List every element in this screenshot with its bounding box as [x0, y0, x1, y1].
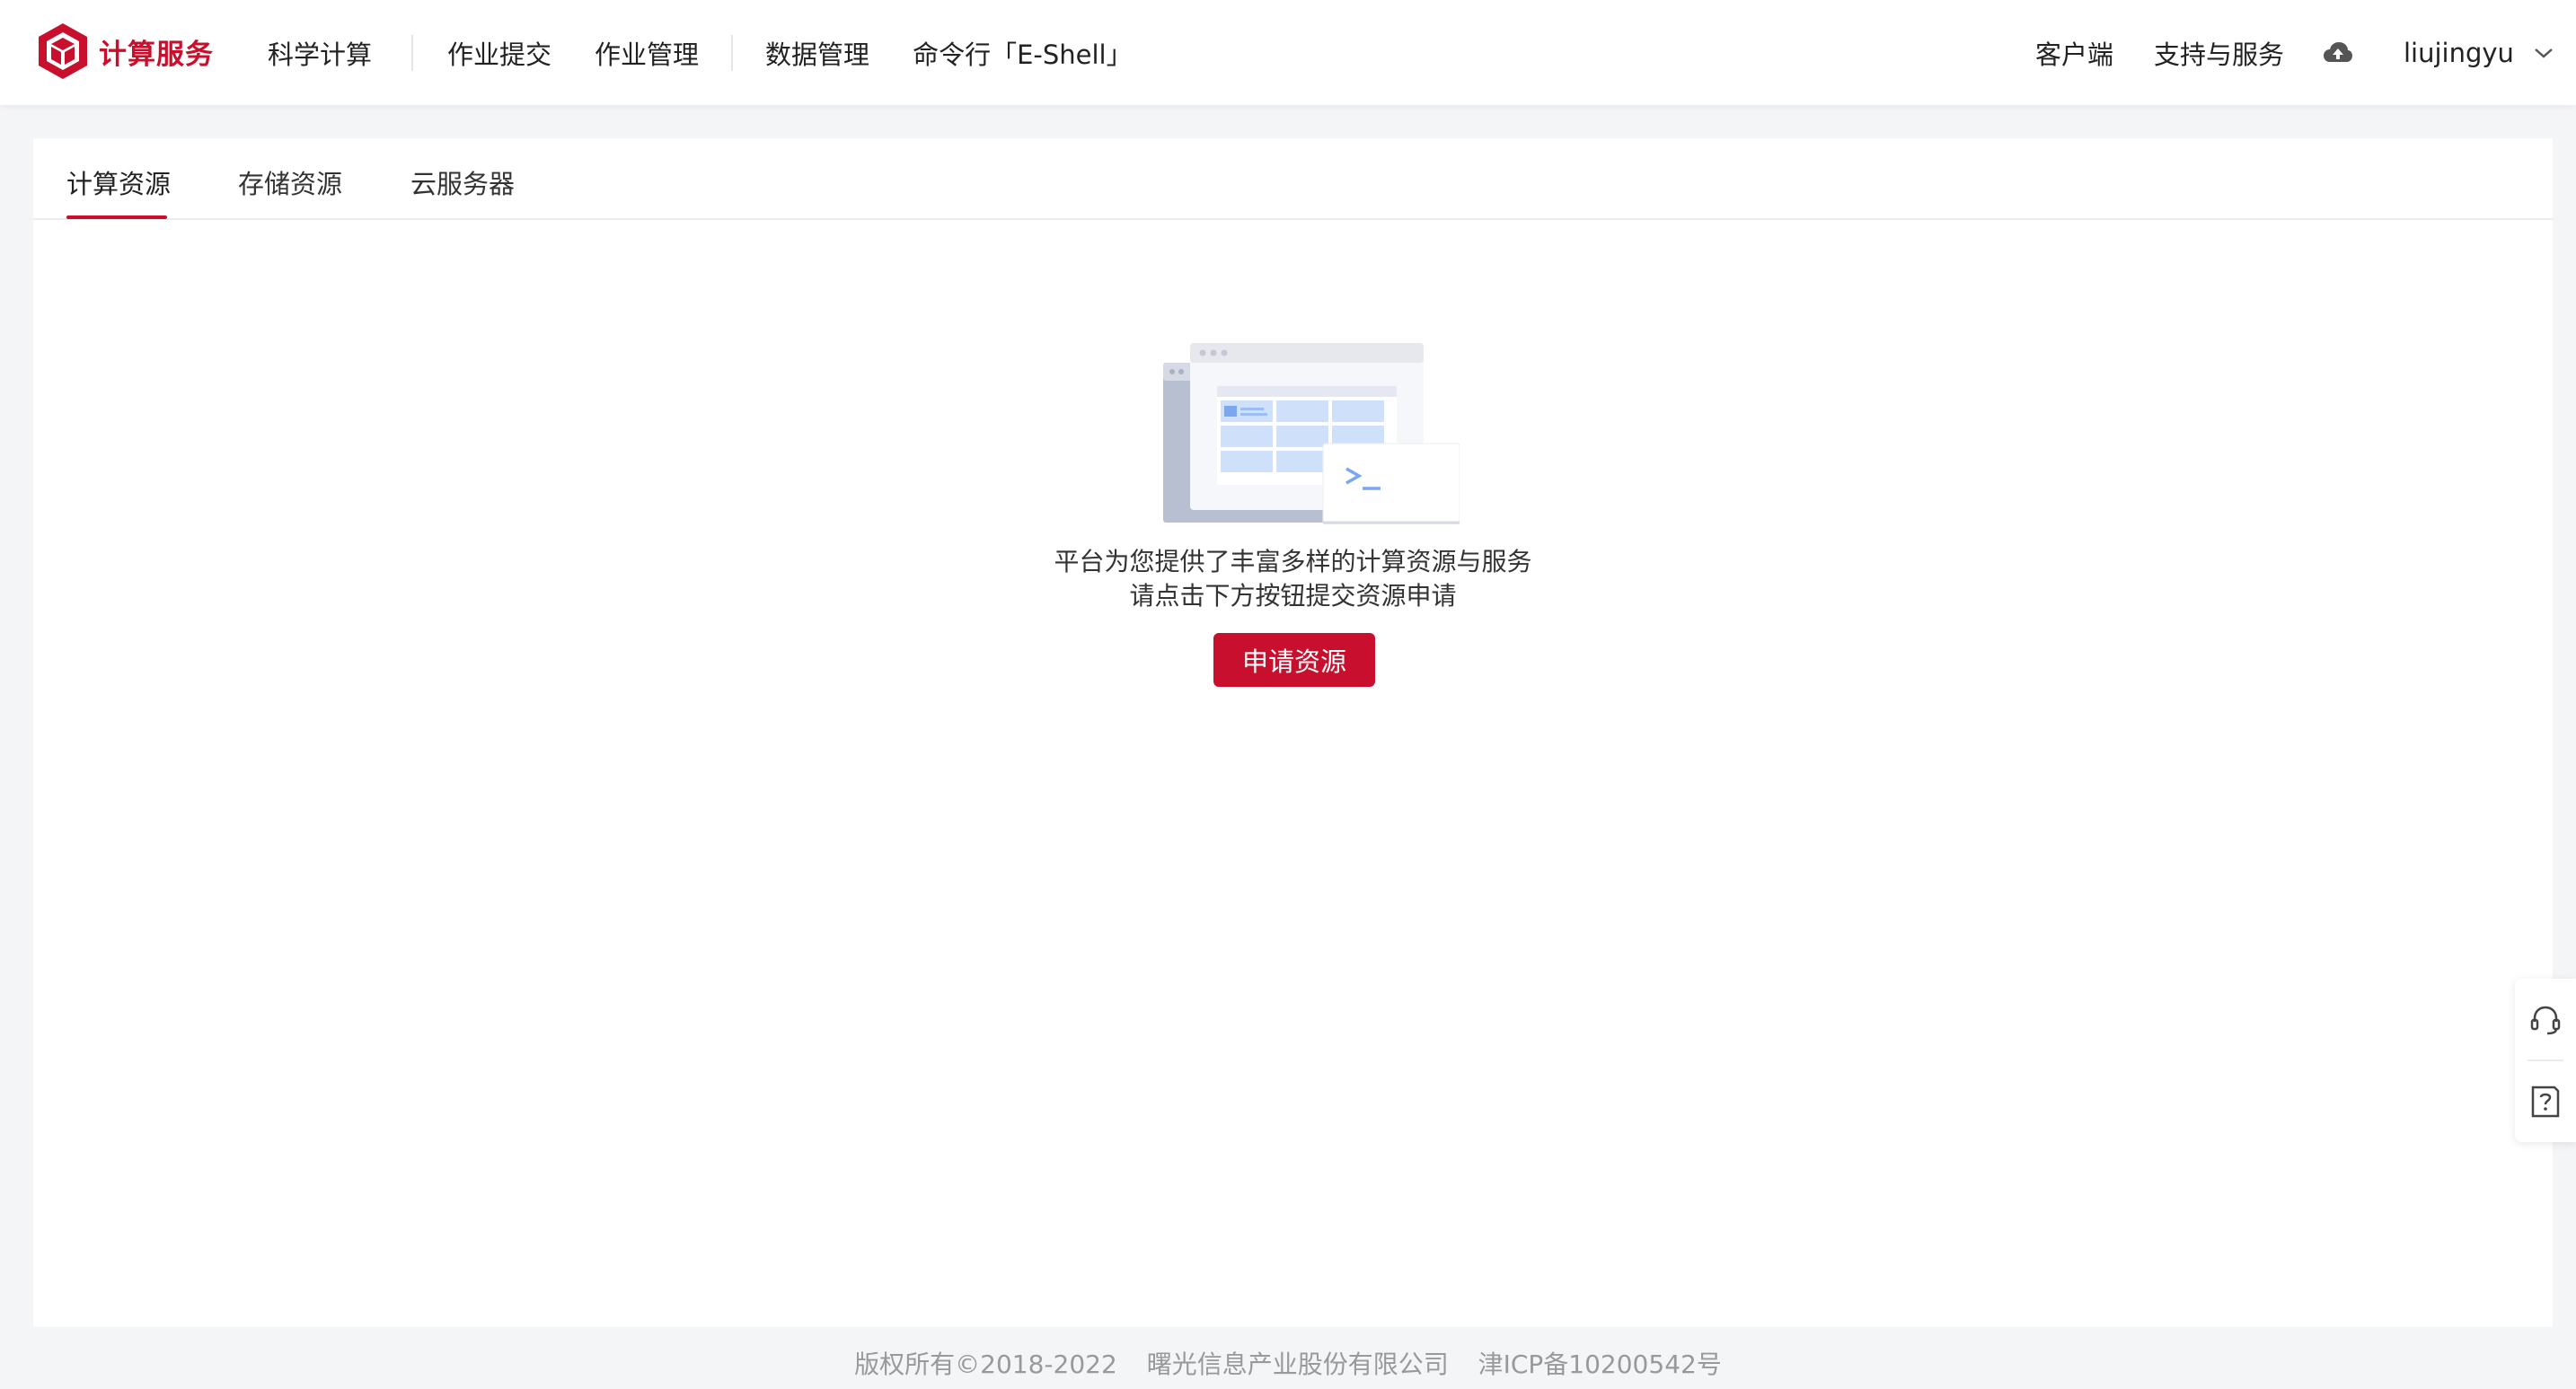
headset-icon[interactable] — [2515, 979, 2576, 1060]
username: liujingyu — [2404, 37, 2514, 68]
empty-resource-illustration-icon — [1163, 343, 1460, 524]
tab-compute-resources[interactable]: 计算资源 — [66, 163, 171, 201]
nav-divider — [411, 34, 414, 71]
empty-state-description: 平台为您提供了丰富多样的计算资源与服务 — [1054, 547, 1532, 576]
support-link[interactable]: 支持与服务 — [2154, 0, 2284, 105]
tab-storage-resources[interactable]: 存储资源 — [238, 163, 342, 201]
footer-icp[interactable]: 津ICP备10200542号 — [1478, 1349, 1722, 1379]
cloud-upload-icon[interactable] — [2323, 0, 2353, 105]
nav-divider — [731, 34, 734, 71]
apply-resource-button[interactable]: 申请资源 — [1213, 633, 1375, 687]
active-tab-indicator — [66, 215, 167, 219]
client-link[interactable]: 客户端 — [2035, 0, 2113, 105]
nav-item-scientific-computing[interactable]: 科学计算 — [268, 34, 372, 72]
brand-name: 计算服务 — [99, 38, 214, 71]
resource-card: 计算资源 存储资源 云服务器 平台为您提供了丰富多样的计算资源与服务 请点击下方… — [33, 138, 2553, 1327]
floating-help-panel — [2515, 979, 2576, 1142]
nav-item-job-manage[interactable]: 作业管理 — [595, 34, 699, 72]
page-footer: 版权所有©2018-2022 曙光信息产业股份有限公司 津ICP备1020054… — [0, 1345, 2576, 1381]
nav-item-job-submit[interactable]: 作业提交 — [447, 34, 551, 72]
cube-logo-icon — [39, 23, 87, 79]
footer-company: 曙光信息产业股份有限公司 — [1146, 1349, 1449, 1379]
brand-logo[interactable]: 计算服务 — [36, 22, 214, 81]
tab-cloud-servers[interactable]: 云服务器 — [410, 163, 515, 201]
help-document-icon[interactable] — [2515, 1060, 2576, 1142]
resource-tabs: 计算资源 存储资源 云服务器 — [33, 138, 2553, 220]
main-nav: 科学计算 作业提交 作业管理 数据管理 命令行「E-Shell」 — [268, 0, 1133, 105]
empty-state-hint: 请点击下方按钮提交资源申请 — [1129, 581, 1457, 611]
chevron-down-icon — [2535, 48, 2553, 58]
footer-copyright: 版权所有©2018-2022 — [854, 1349, 1117, 1379]
nav-item-data-manage[interactable]: 数据管理 — [765, 34, 869, 72]
nav-item-eshell[interactable]: 命令行「E-Shell」 — [913, 34, 1133, 72]
top-navigation-bar: 计算服务 科学计算 作业提交 作业管理 数据管理 命令行「E-Shell」 客户… — [0, 0, 2576, 105]
user-menu[interactable]: liujingyu — [2404, 0, 2554, 105]
